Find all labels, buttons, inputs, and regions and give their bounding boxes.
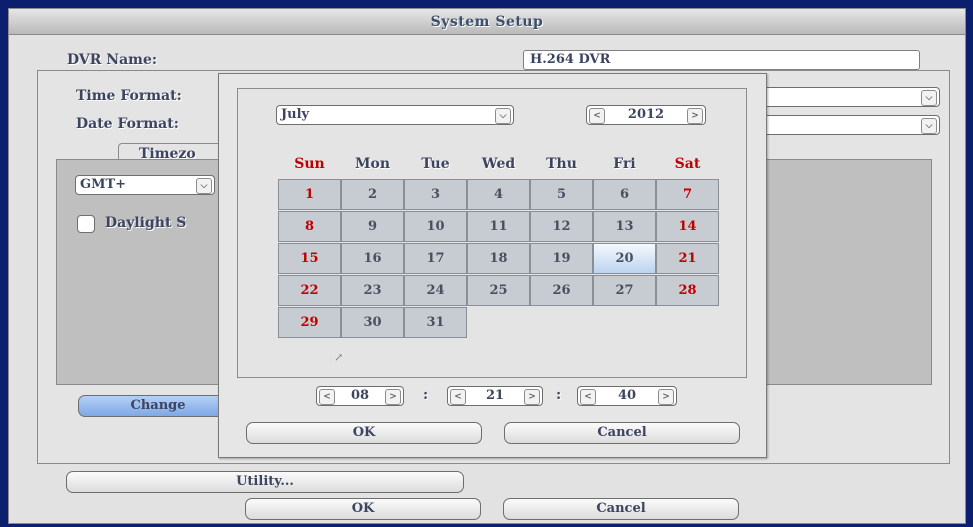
calendar-day[interactable]: 30 [341, 307, 404, 338]
calendar-day[interactable]: 9 [341, 211, 404, 242]
increment-icon[interactable]: > [658, 389, 674, 405]
calendar-day[interactable]: 27 [593, 275, 656, 306]
calendar-day[interactable]: 14 [656, 211, 719, 242]
daylight-saving-label: Daylight S [105, 215, 187, 231]
ok-button[interactable]: OK [245, 498, 481, 520]
second-spinner[interactable]: < 40 > [577, 386, 677, 406]
calendar-day[interactable]: 7 [656, 179, 719, 210]
calendar-day[interactable]: 3 [404, 179, 467, 210]
calendar-day-selected[interactable]: 20 [593, 243, 656, 274]
window-title: System Setup [9, 9, 965, 35]
hour-value: 08 [350, 388, 370, 403]
chevron-down-icon: ⌵ [921, 118, 937, 134]
calendar-day[interactable]: 12 [530, 211, 593, 242]
date-format-select[interactable]: ⌵ [762, 115, 940, 135]
calendar-day[interactable]: 28 [656, 275, 719, 306]
calendar-day[interactable]: 15 [278, 243, 341, 274]
calendar-day[interactable]: 19 [530, 243, 593, 274]
minute-spinner[interactable]: < 21 > [447, 386, 543, 406]
calendar-panel: July ⌵ < 2012 > Sun Mon Tue Wed Thu Fri … [237, 88, 747, 378]
calendar-day[interactable]: 2 [341, 179, 404, 210]
hour-spinner[interactable]: < 08 > [316, 386, 404, 406]
time-separator: : [556, 387, 562, 403]
dialog-cancel-button[interactable]: Cancel [504, 422, 740, 444]
month-select[interactable]: July ⌵ [276, 105, 514, 125]
calendar-day[interactable]: 29 [278, 307, 341, 338]
calendar-day[interactable]: 13 [593, 211, 656, 242]
change-button[interactable]: Change [78, 395, 238, 417]
mouse-cursor-icon: ↗ [334, 351, 344, 364]
weekday-thu: Thu [546, 156, 577, 172]
calendar-day[interactable]: 18 [467, 243, 530, 274]
weekday-sat: Sat [674, 156, 701, 172]
timezone-value: GMT+ [80, 177, 127, 192]
month-value: July [281, 107, 310, 122]
increment-icon[interactable]: > [385, 389, 401, 405]
calendar-day[interactable]: 6 [593, 179, 656, 210]
time-separator: : [423, 387, 429, 403]
chevron-down-icon: ⌵ [921, 90, 937, 106]
dvr-name-label: DVR Name: [67, 52, 158, 68]
year-spinner[interactable]: < 2012 > [586, 105, 706, 125]
second-value: 40 [617, 388, 637, 403]
weekday-mon: Mon [354, 156, 390, 172]
calendar-day[interactable]: 17 [404, 243, 467, 274]
calendar-day[interactable]: 26 [530, 275, 593, 306]
date-time-dialog: July ⌵ < 2012 > Sun Mon Tue Wed Thu Fri … [218, 73, 767, 458]
utility-button[interactable]: Utility... [66, 471, 464, 493]
dialog-ok-button[interactable]: OK [246, 422, 482, 444]
calendar-day[interactable]: 11 [467, 211, 530, 242]
decrement-icon[interactable]: < [580, 389, 596, 405]
weekday-sun: Sun [294, 156, 325, 172]
calendar-day[interactable]: 8 [278, 211, 341, 242]
calendar-day[interactable]: 4 [467, 179, 530, 210]
calendar-day[interactable]: 22 [278, 275, 341, 306]
calendar-day[interactable]: 1 [278, 179, 341, 210]
weekday-fri: Fri [613, 156, 636, 172]
calendar-day[interactable]: 23 [341, 275, 404, 306]
dvr-name-input[interactable]: H.264 DVR [523, 50, 920, 70]
decrement-icon[interactable]: < [589, 108, 605, 124]
calendar-day[interactable]: 10 [404, 211, 467, 242]
calendar-day[interactable]: 24 [404, 275, 467, 306]
calendar-day[interactable]: 16 [341, 243, 404, 274]
decrement-icon[interactable]: < [450, 389, 466, 405]
increment-icon[interactable]: > [687, 108, 703, 124]
calendar-day[interactable]: 21 [656, 243, 719, 274]
minute-value: 21 [485, 388, 505, 403]
chevron-down-icon: ⌵ [196, 178, 212, 194]
weekday-tue: Tue [421, 156, 450, 172]
year-value: 2012 [627, 107, 665, 122]
cancel-button[interactable]: Cancel [503, 498, 739, 520]
daylight-saving-checkbox[interactable] [77, 215, 95, 233]
date-format-label: Date Format: [76, 116, 179, 132]
timezone-select[interactable]: GMT+ ⌵ [75, 175, 215, 195]
increment-icon[interactable]: > [524, 389, 540, 405]
calendar-day[interactable]: 31 [404, 307, 467, 338]
chevron-down-icon: ⌵ [495, 108, 511, 124]
weekday-wed: Wed [481, 156, 516, 172]
decrement-icon[interactable]: < [319, 389, 335, 405]
calendar-day[interactable]: 25 [467, 275, 530, 306]
time-format-select[interactable]: ⌵ [762, 87, 940, 107]
time-format-label: Time Format: [76, 88, 182, 104]
calendar-day[interactable]: 5 [530, 179, 593, 210]
